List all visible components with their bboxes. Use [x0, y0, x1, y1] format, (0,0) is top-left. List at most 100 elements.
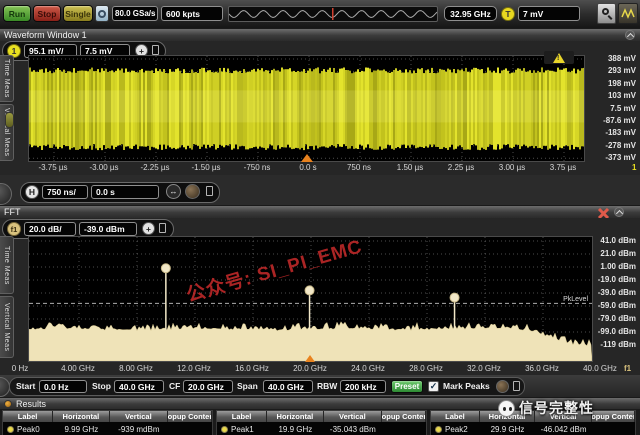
- warning-icon: !: [553, 53, 565, 63]
- fft-scale-field[interactable]: 20.0 dB/: [24, 222, 76, 236]
- waveform-y-axis-label: -373 mV: [605, 153, 636, 162]
- pan-zoom-button[interactable]: ↔: [166, 184, 181, 199]
- fft-y-axis-label: -119 dBm: [600, 340, 636, 349]
- fft-window-titlebar: FFT: [0, 205, 640, 218]
- results-row: Peak09.99 GHz-939 mdBm: [3, 422, 212, 435]
- channel-copy-icon[interactable]: [152, 45, 159, 55]
- results-table: LabelHorizontalVerticalPopup ContentPeak…: [216, 410, 427, 435]
- tab-time-meas-fft[interactable]: Time Meas: [0, 236, 14, 294]
- fft-center-marker: [305, 355, 315, 362]
- waveform-trace: [29, 56, 584, 161]
- horizontal-badge[interactable]: H: [25, 185, 39, 199]
- results-column-header[interactable]: Horizontal: [53, 411, 109, 422]
- results-row: Peak119.9 GHz-35.043 dBm: [217, 422, 426, 435]
- span-field[interactable]: 40.0 GHz: [263, 380, 313, 393]
- waveform-plot[interactable]: [28, 55, 585, 162]
- waveform-y-axis-label: -87.6 mV: [603, 116, 636, 125]
- fft-x-axis-label: 20.0 GHz: [293, 364, 327, 373]
- results-cell: Peak0: [3, 425, 53, 434]
- waveform-y-axis: 388 mV293 mV198 mV103 mV7.5 mV-87.6 mV-1…: [586, 55, 638, 162]
- stop-label: Stop: [92, 381, 111, 391]
- span-label: Span: [237, 381, 258, 391]
- results-cell: Peak2: [431, 425, 480, 434]
- cf-field[interactable]: 20.0 GHz: [183, 380, 233, 393]
- fft-collapse-button[interactable]: [614, 207, 624, 217]
- results-column-header[interactable]: Vertical: [324, 411, 383, 422]
- waveform-tool-button[interactable]: [618, 3, 638, 24]
- timebase-scale-field[interactable]: 750 ns/: [42, 185, 88, 199]
- results-cell: 19.9 GHz: [267, 425, 323, 434]
- fft-close-button[interactable]: [597, 206, 610, 217]
- fft-y-axis-label: -19.0 dBm: [598, 275, 636, 284]
- run-button[interactable]: Run: [3, 5, 31, 22]
- preset-button[interactable]: Preset: [391, 380, 423, 393]
- results-cell: Peak1: [217, 425, 267, 434]
- waveform-window-title: Waveform Window 1: [4, 30, 87, 40]
- fft-x-axis-label: 32.0 GHz: [467, 364, 501, 373]
- timebase-copy-icon[interactable]: [206, 186, 213, 196]
- waveform-window-titlebar: Waveform Window 1: [0, 28, 640, 41]
- tab-time-meas-waveform[interactable]: Time Meas: [0, 55, 14, 102]
- fft-x-axis-label: 36.0 GHz: [525, 364, 559, 373]
- sample-rate-field[interactable]: 80.0 GSa/s: [112, 6, 158, 21]
- touch-icon[interactable]: [95, 5, 109, 22]
- fft-x-axis-label: 4.00 GHz: [61, 364, 95, 373]
- rbw-label: RBW: [317, 381, 337, 391]
- results-column-header[interactable]: Vertical: [110, 411, 169, 422]
- fft-offset-field[interactable]: -39.0 dBm: [79, 222, 137, 236]
- results-row: Peak229.9 GHz-46.042 dBm: [431, 422, 635, 435]
- waveform-y-axis-label: 103 mV: [608, 91, 636, 100]
- waveform-x-axis-label: 1.50 µs: [397, 163, 423, 172]
- single-button[interactable]: Single: [63, 5, 93, 22]
- waveform-y-axis-label: 198 mV: [608, 79, 636, 88]
- zoom-tool-button[interactable]: [597, 3, 616, 24]
- trigger-position-marker[interactable]: [301, 154, 313, 162]
- memory-depth-field[interactable]: 600 kpts: [161, 6, 223, 21]
- fft-x-end-badge: f1: [624, 364, 631, 373]
- sidebar-handle[interactable]: [5, 112, 14, 128]
- timebase-position-field[interactable]: 0.0 s: [91, 185, 159, 199]
- trigger-frequency-field[interactable]: 32.95 GHz: [444, 6, 497, 21]
- fft-add-button[interactable]: +: [142, 222, 155, 235]
- fft-x-axis-label: 40.0 GHz: [583, 364, 617, 373]
- waveform-x-end-badge: 1: [632, 163, 636, 172]
- fft-toolbar-knob-icon[interactable]: [496, 380, 509, 393]
- fft-function-badge[interactable]: f1: [7, 222, 21, 236]
- timebase-knob-icon[interactable]: [185, 184, 200, 199]
- footer-watermark: 信号完整性: [498, 398, 594, 418]
- results-column-header[interactable]: Popup Content: [168, 411, 212, 422]
- results-column-header[interactable]: Label: [217, 411, 267, 422]
- stop-field[interactable]: 40.0 GHz: [114, 380, 164, 393]
- fft-x-axis-label: 28.0 GHz: [409, 364, 443, 373]
- fft-y-axis-label: -99.0 dBm: [598, 327, 636, 336]
- waveform-y-axis-label: 293 mV: [608, 66, 636, 75]
- fft-toolbar-copy-icon[interactable]: [513, 381, 520, 391]
- waveform-y-axis-label: 7.5 mV: [610, 104, 636, 113]
- preview-waveform: [229, 7, 437, 21]
- results-column-header[interactable]: Popup Content: [592, 411, 635, 422]
- fft-y-axis-label: -59.0 dBm: [598, 301, 636, 310]
- rbw-field[interactable]: 200 kHz: [340, 380, 386, 393]
- acquisition-preview[interactable]: [228, 6, 438, 22]
- tab-vertical-meas-fft[interactable]: Vertical Meas: [0, 296, 14, 358]
- mini-waveform-icon: [621, 7, 637, 21]
- waveform-y-axis-label: 388 mV: [608, 54, 636, 63]
- acquisition-warning[interactable]: !: [544, 51, 574, 64]
- fft-window-title: FFT: [4, 207, 21, 217]
- results-column-header[interactable]: Label: [431, 411, 480, 422]
- trigger-level-field[interactable]: 7 mV: [518, 6, 580, 21]
- results-cell: -46.042 dBm: [535, 425, 592, 434]
- waveform-collapse-button[interactable]: [625, 30, 635, 40]
- results-column-header[interactable]: Horizontal: [267, 411, 323, 422]
- fft-copy-icon[interactable]: [159, 223, 166, 233]
- mark-peaks-checkbox[interactable]: ✓: [428, 381, 439, 392]
- waveform-x-axis-label: -3.00 µs: [89, 163, 118, 172]
- start-field[interactable]: 0.0 Hz: [39, 380, 87, 393]
- fft-x-axis-label: 12.0 GHz: [177, 364, 211, 373]
- trigger-badge[interactable]: T: [501, 7, 515, 21]
- results-column-header[interactable]: Label: [3, 411, 53, 422]
- results-column-header[interactable]: Popup Content: [382, 411, 426, 422]
- panda-icon: [498, 400, 515, 417]
- fft-x-axis-label: 0 Hz: [12, 364, 28, 373]
- stop-button[interactable]: Stop: [33, 5, 61, 22]
